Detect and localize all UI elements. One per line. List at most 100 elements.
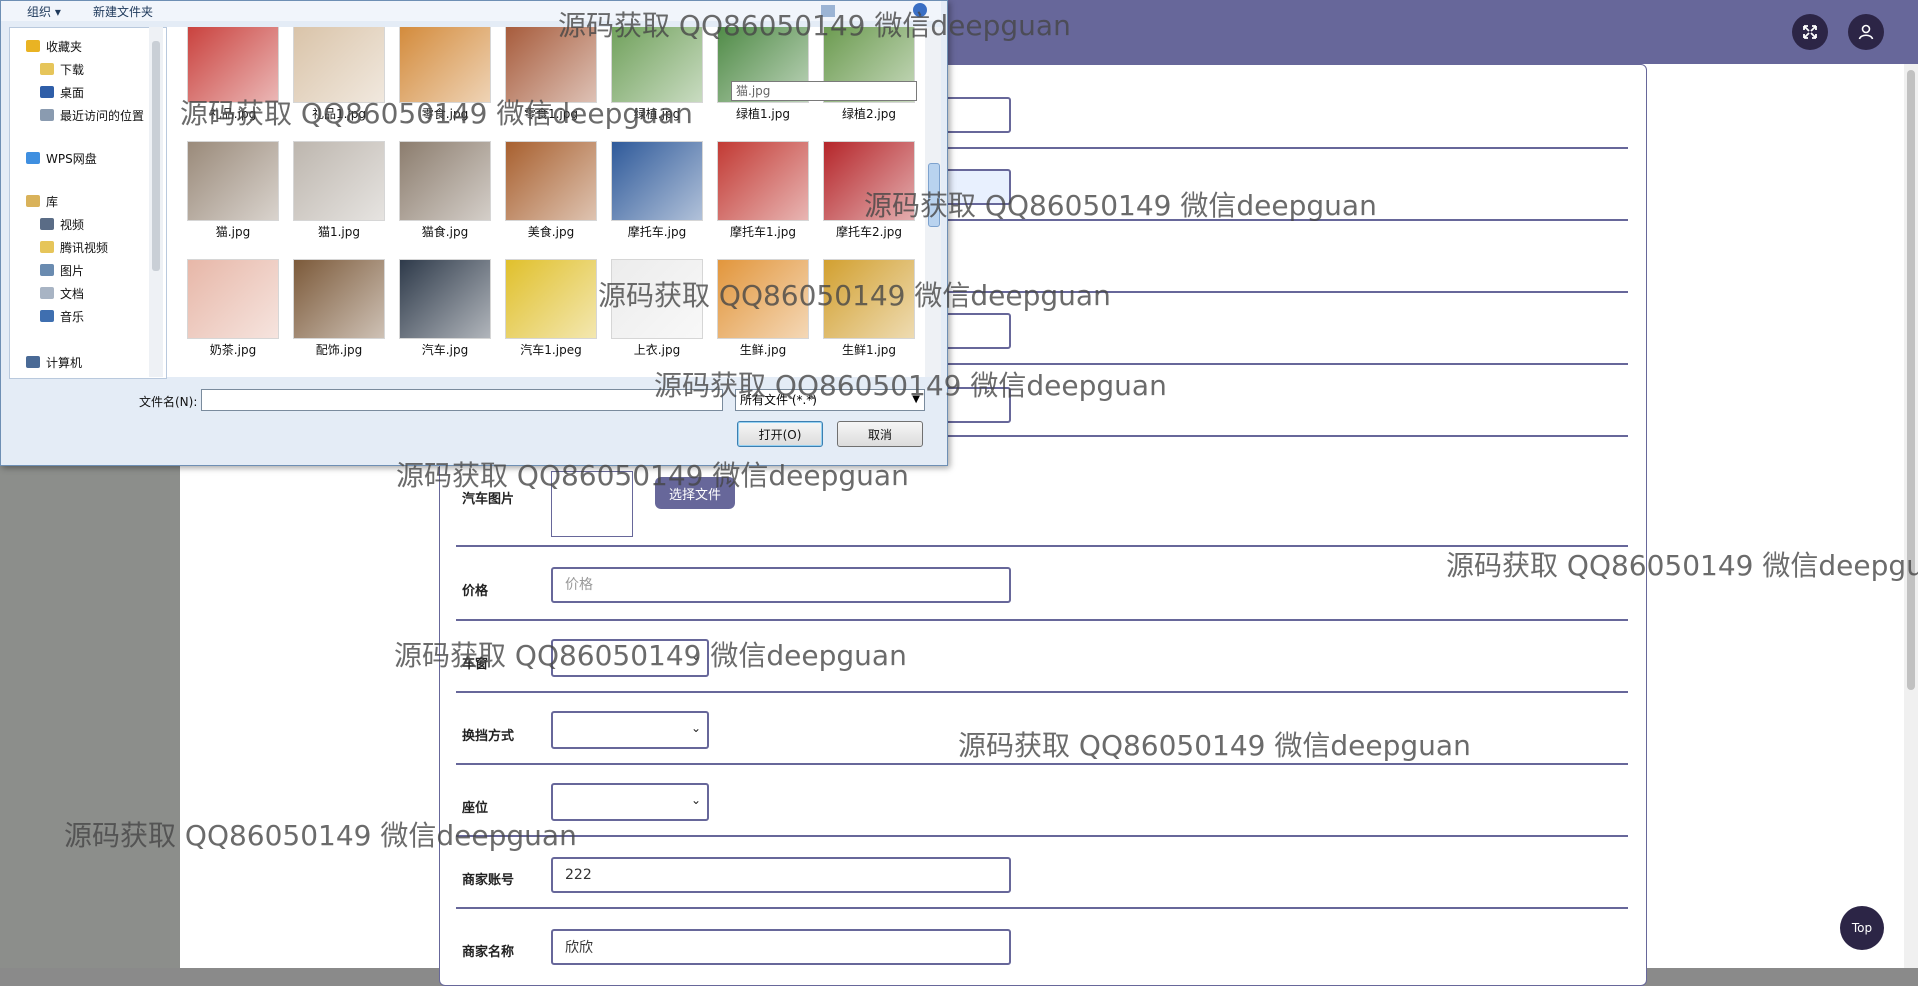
nav-library[interactable]: 库: [26, 191, 58, 211]
image-thumbnail-icon: [399, 259, 491, 339]
file-thumbnail[interactable]: 礼品1.jpg: [291, 27, 385, 135]
file-name: 配饰.jpg: [315, 343, 363, 357]
recent-places-icon: [40, 109, 54, 121]
file-name: 生鲜.jpg: [739, 343, 787, 357]
nav-recent[interactable]: 最近访问的位置: [40, 105, 144, 125]
image-thumbnail-icon: [505, 259, 597, 339]
file-list-pane: 礼品.jpg 礼品1.jpg 零食.jpg 零食1.jpg 绿植.jpg 绿植1.jpg 绿…: [167, 27, 925, 377]
help-icon[interactable]: [913, 3, 927, 17]
music-icon: [40, 310, 54, 322]
rename-input[interactable]: 猫.jpg: [731, 81, 917, 101]
navigation-scrollbar[interactable]: [149, 27, 163, 377]
computer-icon: [26, 356, 40, 368]
seat-select[interactable]: ⌄: [551, 783, 709, 821]
download-folder-icon: [40, 63, 54, 75]
file-thumbnail[interactable]: 零食1.jpg: [503, 27, 597, 135]
file-thumbnail[interactable]: 配饰.jpg: [291, 259, 385, 371]
window-select[interactable]: ⌄: [551, 639, 709, 677]
file-thumbnail[interactable]: 奶茶.jpg: [185, 259, 279, 371]
image-thumbnail-icon: [717, 141, 809, 221]
file-name: 礼品.jpg: [209, 107, 257, 121]
file-thumbnail[interactable]: 猫1.jpg: [291, 141, 385, 253]
filename-input[interactable]: [201, 389, 723, 411]
file-list-scrollbar[interactable]: [925, 27, 941, 377]
nav-downloads[interactable]: 下载: [40, 59, 84, 79]
file-thumbnail[interactable]: 礼品.jpg: [185, 27, 279, 135]
form-row-divider: [456, 835, 1628, 837]
nav-documents[interactable]: 文档: [40, 283, 84, 303]
file-type-select[interactable]: 所有文件 (*.*) ▼: [735, 389, 925, 411]
organize-menu[interactable]: 组织 ▾: [27, 3, 61, 20]
file-thumbnail[interactable]: 摩托车1.jpg: [715, 141, 809, 253]
nav-tencent-video[interactable]: 腾讯视频: [40, 237, 108, 257]
page-scrollbar[interactable]: [1904, 64, 1918, 968]
file-name: 汽车1.jpeg: [520, 343, 582, 357]
file-name: 摩托车1.jpg: [729, 225, 797, 239]
file-thumbnail[interactable]: 猫.jpg: [185, 141, 279, 253]
file-thumbnail[interactable]: 生鲜1.jpg: [821, 259, 915, 371]
nav-computer[interactable]: 计算机: [26, 352, 82, 372]
image-thumbnail-icon: [293, 259, 385, 339]
back-to-top-button[interactable]: Top: [1840, 906, 1884, 950]
image-thumbnail-icon: [187, 259, 279, 339]
file-thumbnail[interactable]: 摩托车2.jpg: [821, 141, 915, 253]
nav-videos[interactable]: 视频: [40, 214, 84, 234]
nav-desktop[interactable]: 桌面: [40, 82, 84, 102]
car-image-preview: [551, 471, 633, 537]
nav-pictures[interactable]: 图片: [40, 260, 84, 280]
file-name: 绿植.jpg: [633, 107, 681, 121]
file-name: 生鲜1.jpg: [841, 343, 897, 357]
gear-select[interactable]: ⌄: [551, 711, 709, 749]
image-thumbnail-icon: [187, 27, 279, 103]
chevron-down-icon: ⌄: [690, 793, 701, 807]
file-thumbnail[interactable]: 汽车.jpg: [397, 259, 491, 371]
nav-favorites[interactable]: 收藏夹: [26, 36, 82, 56]
file-name: 绿植1.jpg: [735, 107, 791, 121]
nav-music[interactable]: 音乐: [40, 306, 84, 326]
choose-file-button[interactable]: 选择文件: [655, 477, 735, 509]
image-thumbnail-icon: [717, 259, 809, 339]
file-name: 汽车.jpg: [421, 343, 469, 357]
image-thumbnail-icon: [611, 141, 703, 221]
star-icon: [26, 40, 40, 52]
file-thumbnail[interactable]: 绿植.jpg: [609, 27, 703, 135]
user-icon[interactable]: [1848, 14, 1884, 50]
price-input[interactable]: [551, 567, 1011, 603]
image-thumbnail-icon: [823, 259, 915, 339]
view-icon[interactable]: [821, 5, 835, 17]
file-name: 上衣.jpg: [633, 343, 681, 357]
file-thumbnail[interactable]: 生鲜.jpg: [715, 259, 809, 371]
new-folder-button[interactable]: 新建文件夹: [93, 3, 153, 20]
file-thumbnail[interactable]: 零食.jpg: [397, 27, 491, 135]
gear-label: 换挡方式: [462, 729, 515, 744]
nav-wps[interactable]: WPS网盘: [26, 148, 97, 168]
merchant-name-input[interactable]: [551, 929, 1011, 965]
seat-label: 座位: [462, 801, 489, 816]
fullscreen-icon[interactable]: [1792, 14, 1828, 50]
file-name: 零食.jpg: [421, 107, 469, 121]
file-thumbnail[interactable]: 摩托车.jpg: [609, 141, 703, 253]
file-thumbnail[interactable]: 猫食.jpg: [397, 141, 491, 253]
cancel-button[interactable]: 取消: [837, 421, 923, 447]
image-thumbnail-icon: [293, 27, 385, 103]
navigation-pane: 收藏夹 下载 桌面 最近访问的位置 WPS网盘 库 视频 腾讯视频 图片 文档 …: [9, 27, 167, 379]
file-thumbnail[interactable]: 上衣.jpg: [609, 259, 703, 371]
file-thumbnail[interactable]: 美食.jpg: [503, 141, 597, 253]
chevron-down-icon: ⌄: [690, 649, 701, 663]
file-name: 奶茶.jpg: [209, 343, 257, 357]
merchant-account-input[interactable]: [551, 857, 1011, 893]
file-name: 礼品1.jpg: [311, 107, 367, 121]
filename-label: 文件名(N):: [139, 395, 198, 409]
file-thumbnail[interactable]: 汽车1.jpeg: [503, 259, 597, 371]
image-thumbnail-icon: [505, 141, 597, 221]
open-button[interactable]: 打开(O): [737, 421, 823, 447]
image-thumbnail-icon: [399, 141, 491, 221]
image-thumbnail-icon: [611, 27, 703, 103]
desktop-icon: [40, 86, 54, 98]
merchant-account-label: 商家账号: [462, 873, 515, 888]
file-name: 猫1.jpg: [317, 225, 361, 239]
car-image-label: 汽车图片: [462, 492, 515, 507]
file-open-dialog: 组织 ▾ 新建文件夹 收藏夹 下载 桌面 最近访问的位置 WPS网盘 库 视频 …: [0, 0, 948, 466]
window-label: 车窗: [462, 657, 489, 672]
merchant-name-label: 商家名称: [462, 945, 515, 960]
